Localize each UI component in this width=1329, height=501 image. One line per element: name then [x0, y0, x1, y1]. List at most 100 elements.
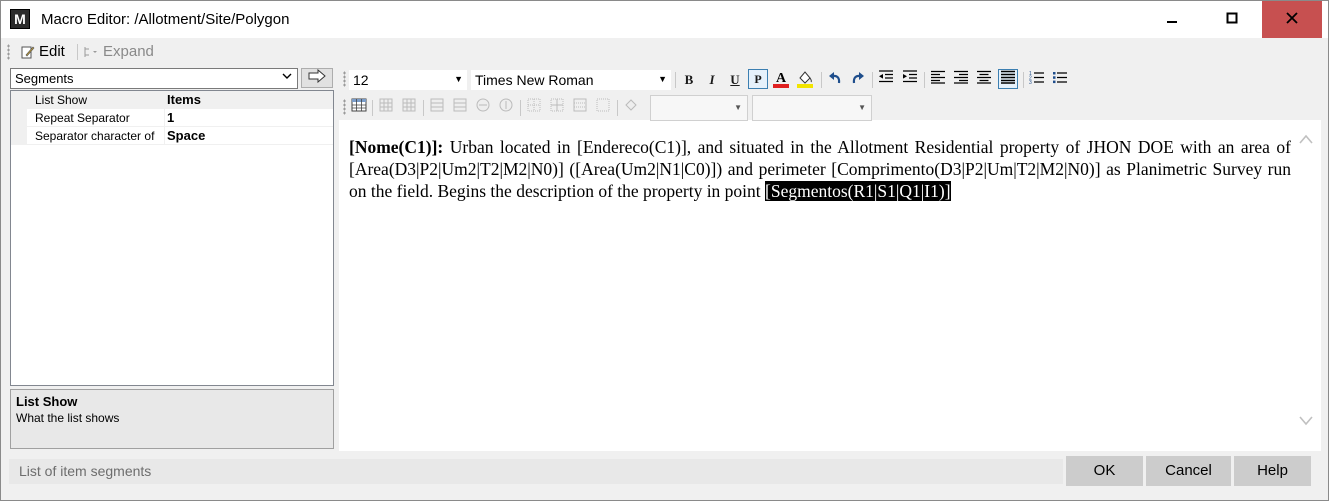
highlight-color-button[interactable] — [795, 69, 815, 89]
help-description: What the list shows — [16, 411, 120, 425]
property-help-box: List Show What the list shows — [10, 389, 334, 449]
row-gutter — [11, 91, 27, 109]
toolbar-grip[interactable] — [343, 99, 346, 115]
grid-divider — [164, 109, 165, 127]
toolbar-grip[interactable] — [7, 44, 10, 60]
paragraph-button[interactable]: P — [748, 69, 768, 89]
edit-icon — [21, 46, 35, 58]
split-cells-button[interactable] — [496, 97, 516, 117]
property-value[interactable]: 1 — [167, 110, 174, 125]
delete-row-button[interactable] — [450, 97, 470, 117]
segment-select-value: Segments — [15, 71, 74, 86]
italic-button[interactable]: I — [702, 70, 722, 90]
toolbar-grip[interactable] — [343, 71, 346, 87]
macro-editor-window: M Macro Editor: /Allotment/Site/Polygon … — [0, 0, 1329, 501]
chevron-down-icon: ▼ — [734, 103, 742, 112]
svg-text:3: 3 — [1029, 80, 1032, 84]
align-center-button[interactable] — [974, 70, 994, 90]
edit-menu[interactable]: Edit — [21, 43, 65, 60]
toolbar-separator — [821, 72, 822, 88]
cell-fill-button[interactable] — [621, 97, 641, 117]
ok-button[interactable]: OK — [1066, 456, 1143, 486]
scroll-up-icon[interactable] — [1296, 132, 1316, 152]
minimize-button[interactable] — [1149, 1, 1195, 38]
decrease-indent-button[interactable] — [876, 70, 896, 90]
insert-column-icon — [379, 98, 393, 112]
expand-menu[interactable]: Expand — [83, 43, 154, 60]
border-none-icon — [596, 98, 610, 112]
cell-border-outer-button[interactable] — [570, 97, 590, 117]
delete-row-icon — [453, 98, 467, 112]
toolbar-separator — [872, 72, 873, 88]
help-title: List Show — [16, 394, 78, 409]
selected-field-segmentos[interactable]: [Segmentos(R1|S1|Q1|I1)] — [765, 181, 951, 201]
font-size-select[interactable]: 12 ▼ — [349, 70, 467, 90]
cell-style-select[interactable]: ▼ — [650, 95, 748, 121]
redo-button[interactable] — [848, 70, 868, 90]
outdent-icon — [879, 70, 893, 83]
menu-bar: Edit Expand — [1, 38, 1328, 66]
toolbar-separator — [372, 100, 373, 116]
align-right-button[interactable] — [951, 70, 971, 90]
indent-icon — [903, 70, 917, 83]
property-row-repeat-separator[interactable]: Repeat Separator 1 — [11, 109, 333, 127]
field-nome[interactable]: [Nome(C1)]: — [349, 137, 443, 157]
cell-border-none-button[interactable] — [593, 97, 613, 117]
toolbar-separator — [617, 100, 618, 116]
maximize-button[interactable] — [1209, 1, 1255, 38]
numbered-list-button[interactable]: 1 2 3 — [1027, 70, 1047, 90]
bold-button[interactable]: B — [679, 70, 699, 90]
scroll-down-icon[interactable] — [1296, 414, 1316, 434]
underline-button[interactable]: U — [725, 70, 745, 90]
increase-indent-button[interactable] — [900, 70, 920, 90]
toolbar-separator — [924, 72, 925, 88]
cell-width-select[interactable]: ▼ — [752, 95, 872, 121]
cancel-button[interactable]: Cancel — [1146, 456, 1231, 486]
align-left-button[interactable] — [928, 70, 948, 90]
font-name-value: Times New Roman — [475, 72, 594, 88]
insert-row-button[interactable] — [427, 97, 447, 117]
align-center-icon — [977, 70, 991, 84]
border-outer-icon — [573, 98, 587, 112]
property-row-separator-character[interactable]: Separator character of Space — [11, 127, 333, 145]
undo-icon — [829, 72, 841, 84]
delete-column-button[interactable] — [399, 97, 419, 117]
font-color-button[interactable]: A — [771, 69, 791, 89]
insert-segment-button[interactable] — [301, 68, 333, 88]
font-name-select[interactable]: Times New Roman ▼ — [471, 70, 671, 90]
property-value[interactable]: Items — [167, 92, 201, 107]
bullet-list-button[interactable] — [1050, 70, 1070, 90]
close-icon — [1286, 12, 1298, 24]
chevron-down-icon: ▼ — [658, 74, 667, 84]
undo-button[interactable] — [825, 70, 845, 90]
close-button[interactable] — [1262, 1, 1322, 38]
font-size-value: 12 — [353, 72, 369, 88]
chevron-down-icon: ▼ — [454, 74, 463, 84]
help-button[interactable]: Help — [1234, 456, 1311, 486]
minimize-icon — [1167, 21, 1177, 23]
align-justify-button[interactable] — [998, 69, 1018, 89]
segment-select[interactable]: Segments — [10, 68, 298, 89]
toolbar-separator — [675, 72, 676, 88]
document-body[interactable]: [Nome(C1)]: Urban located in [Endereco(C… — [349, 136, 1291, 202]
align-left-icon — [931, 70, 945, 84]
cell-border-all-button[interactable] — [524, 97, 544, 117]
property-row-list-show[interactable]: List Show Items — [11, 91, 333, 109]
cell-border-inner-button[interactable] — [547, 97, 567, 117]
delete-column-icon — [402, 98, 416, 112]
merge-cells-button[interactable] — [473, 97, 493, 117]
insert-row-icon — [430, 98, 444, 112]
expand-menu-label: Expand — [103, 43, 154, 60]
arrow-right-icon — [308, 68, 326, 84]
expand-icon — [84, 46, 97, 57]
align-right-icon — [954, 70, 968, 84]
toolbar-separator — [423, 100, 424, 116]
font-color-icon: A — [773, 71, 789, 88]
title-bar[interactable]: M Macro Editor: /Allotment/Site/Polygon — [1, 1, 1328, 38]
app-icon: M — [10, 9, 30, 29]
insert-table-button[interactable] — [349, 97, 369, 117]
property-value[interactable]: Space — [167, 128, 205, 143]
format-toolbar: 12 ▼ Times New Roman ▼ B I U P A 1 2 3 ▼… — [339, 66, 1321, 121]
row-gutter — [11, 109, 27, 127]
insert-column-button[interactable] — [376, 97, 396, 117]
